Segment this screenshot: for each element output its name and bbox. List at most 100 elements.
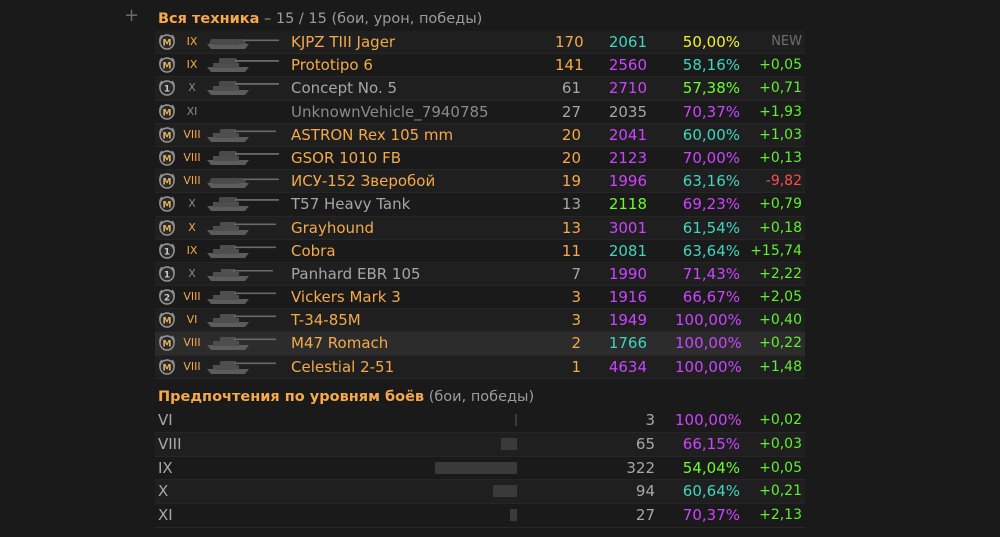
vehicle-delta: +2,22 (759, 265, 802, 282)
vehicles-header: Вся техника – 15 / 15 (бои, урон, победы… (158, 8, 482, 30)
vehicle-damage: 2123 (608, 148, 647, 167)
vehicle-delta: -9,82 (765, 173, 802, 190)
mastery-badge-icon: M (158, 56, 176, 74)
vehicle-battles: 3 (571, 311, 581, 330)
heavy-tank-icon (203, 80, 281, 96)
vehicle-name: Panhard EBR 105 (291, 264, 421, 283)
vehicle-tier: X (188, 81, 196, 95)
vehicle-damage: 1766 (608, 334, 647, 353)
add-icon[interactable]: + (124, 6, 139, 26)
tank-destroyer-icon (203, 173, 281, 189)
svg-text:2: 2 (164, 294, 170, 304)
vehicle-delta: +0,05 (759, 57, 802, 74)
vehicles-subtitle: – 15 / 15 (бои, урон, победы) (264, 11, 483, 27)
vehicle-damage: 2041 (608, 125, 647, 144)
vehicle-battles: 3 (571, 288, 581, 307)
tier-battles: 3 (645, 411, 655, 429)
preferences-header: Предпочтения по уровням боёв (бои, побед… (158, 386, 534, 408)
vehicle-tier: XI (186, 104, 198, 118)
mastery-badge-icon: 1 (158, 242, 176, 260)
battle-share-track (395, 457, 517, 479)
vehicle-damage: 3001 (608, 218, 647, 237)
vehicle-winrate: 100,00% (675, 311, 742, 330)
vehicle-battles: 2 (571, 334, 581, 353)
vehicle-tier: IX (186, 243, 198, 257)
vehicle-winrate: 70,00% (682, 148, 740, 167)
vehicle-row[interactable]: M X Grayhound 13 3001 61,54% +0,18 (155, 216, 805, 240)
vehicle-name: Prototipo 6 (291, 56, 373, 75)
svg-text:M: M (163, 178, 172, 188)
vehicle-battles: 20 (561, 125, 581, 144)
preferences-title: Предпочтения по уровням боёв (158, 389, 425, 405)
vehicle-row[interactable]: M IX Prototipo 6 141 2560 58,16% +0,05 (155, 54, 805, 78)
vehicle-row[interactable]: M VIII Celestial 2-51 1 4634 100,00% +1,48 (155, 355, 805, 379)
vehicle-row[interactable]: M VIII GSOR 1010 FB 20 2123 70,00% +0,13 (155, 147, 805, 171)
vehicle-row[interactable]: M VIII ИСУ-152 Зверобой 19 1996 63,16% -9,82 (155, 170, 805, 194)
mastery-badge-icon: M (158, 172, 176, 190)
vehicle-name: Grayhound (291, 218, 375, 237)
vehicle-damage: 1949 (608, 311, 647, 330)
vehicle-name: Concept No. 5 (291, 79, 398, 98)
mastery-badge-icon: 2 (158, 288, 176, 306)
battle-share-bar (435, 461, 517, 474)
vehicle-row[interactable]: M XI UnknownVehicle_7940785 27 2035 70,37% +1,… (155, 101, 805, 124)
vehicle-damage: 1996 (608, 172, 647, 191)
battle-tier: VI (158, 411, 173, 429)
vehicle-tier: X (188, 220, 196, 234)
vehicle-winrate: 63,16% (682, 172, 740, 191)
tier-preference-row: VIII 65 66,15% +0,03 (155, 432, 805, 457)
tier-winrate: 54,04% (682, 458, 740, 477)
vehicle-winrate: 71,43% (682, 264, 740, 283)
vehicle-damage: 2710 (608, 79, 647, 98)
vehicle-row[interactable]: 1 IX Cobra 11 2081 63,64% +15,74 (155, 240, 805, 263)
mastery-badge-icon: M (158, 334, 176, 352)
vehicle-tier: VIII (183, 336, 201, 350)
tier-preference-row: IX 322 54,04% +0,05 (155, 457, 805, 481)
vehicle-delta: +2,05 (759, 289, 802, 306)
mastery-badge-icon: M (158, 126, 176, 144)
tier-delta: +0,21 (759, 483, 802, 500)
tier-battles: 65 (635, 434, 655, 453)
vehicle-tier: X (188, 266, 196, 280)
mastery-badge-icon: M (158, 358, 176, 376)
battle-share-bar (510, 509, 517, 522)
tier-delta: +0,05 (759, 459, 802, 476)
vehicle-tier: VIII (183, 150, 201, 164)
vehicle-row[interactable]: M VIII ASTRON Rex 105 mm 20 2041 60,00% +1,03 (155, 123, 805, 147)
medium-tank-icon (203, 289, 281, 305)
vehicle-delta: +1,03 (759, 126, 802, 143)
vehicle-battles: 27 (561, 102, 581, 121)
vehicle-tier: VIII (183, 359, 201, 373)
svg-text:1: 1 (164, 85, 170, 95)
vehicle-winrate: 50,00% (682, 33, 740, 51)
vehicle-row[interactable]: M VI T-34-85M 3 1949 100,00% +0,40 (155, 309, 805, 333)
vehicle-winrate: 66,67% (682, 288, 740, 307)
svg-text:M: M (163, 363, 172, 373)
vehicle-delta: +1,93 (759, 103, 802, 120)
medium-tank-icon (203, 127, 281, 143)
vehicle-battles: 13 (561, 218, 581, 237)
vehicle-row[interactable]: 1 X Concept No. 5 61 2710 57,38% +0,71 (155, 77, 805, 101)
vehicle-row[interactable]: 2 VIII Vickers Mark 3 3 1916 66,67% +2,05 (155, 286, 805, 310)
vehicle-tier: IX (186, 35, 198, 48)
tank-placeholder (203, 104, 281, 120)
vehicle-tier: VIII (183, 290, 201, 304)
svg-text:1: 1 (164, 270, 170, 280)
vehicle-row[interactable]: M IX KJPZ TIII Jager 170 2061 50,00% NEW (155, 31, 805, 55)
battle-share-bar (515, 414, 517, 426)
tier-winrate: 100,00% (675, 411, 742, 429)
vehicle-row[interactable]: M VIII M47 Romach 2 1766 100,00% +0,22 (155, 332, 805, 356)
tier-preferences-table: VI 3 100,00% +0,02 VIII 65 66,15% +0,03 IX 322 54,… (155, 409, 805, 528)
vehicle-battles: 7 (571, 264, 581, 283)
vehicle-row[interactable]: M X T57 Heavy Tank 13 2118 69,23% +0,79 (155, 193, 805, 217)
mastery-badge-icon: M (158, 149, 176, 167)
vehicle-damage: 4634 (608, 357, 647, 376)
tank-destroyer-icon (203, 34, 281, 50)
vehicle-row[interactable]: 1 X Panhard EBR 105 7 1990 71,43% +2,22 (155, 262, 805, 287)
vehicle-name: M47 Romach (291, 334, 389, 353)
vehicle-delta: +1,48 (759, 358, 802, 375)
mastery-badge-icon: M (158, 311, 176, 329)
svg-text:M: M (163, 154, 172, 164)
vehicle-battles: 13 (561, 195, 581, 214)
vehicle-damage: 2081 (608, 241, 647, 260)
